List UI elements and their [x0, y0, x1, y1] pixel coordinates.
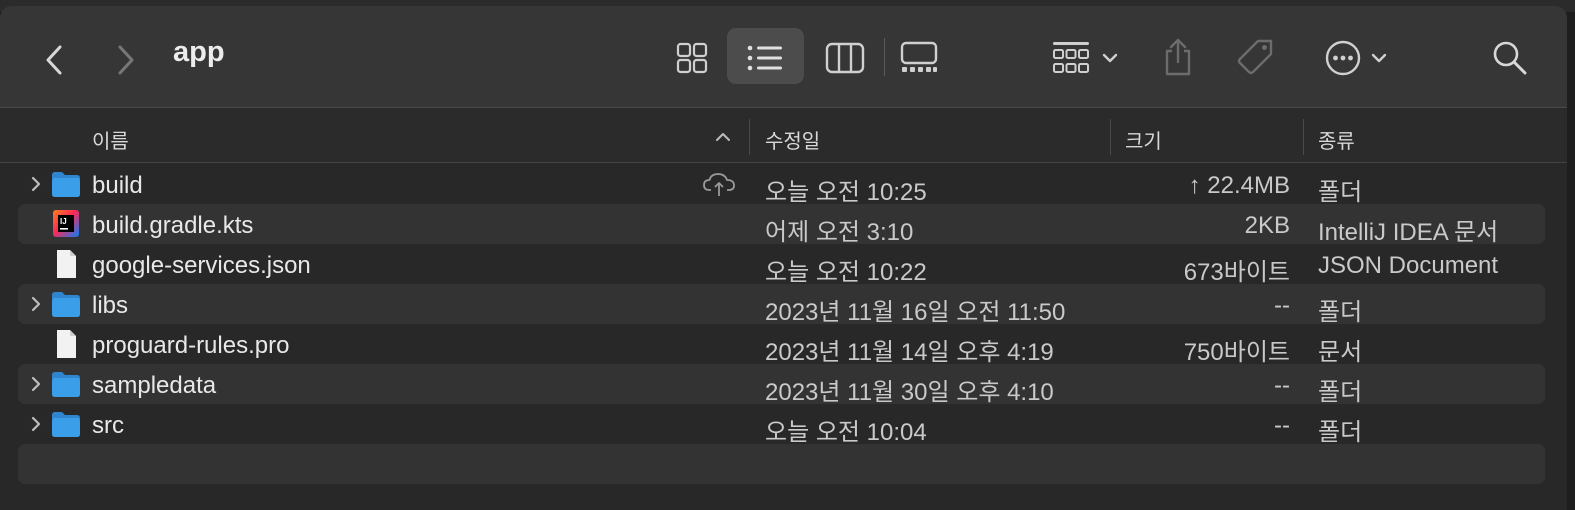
column-divider[interactable]: [749, 119, 750, 155]
file-row[interactable]: sampledata 2023년 11월 30일 오후 4:10 -- 폴더: [18, 364, 1545, 406]
chevron-left-icon: [46, 45, 62, 75]
list-icon: [747, 45, 782, 71]
window-title: app: [173, 36, 225, 68]
toolbar-divider: [884, 38, 885, 76]
file-modified: 오늘 오전 10:25: [765, 179, 927, 206]
search-icon: [1493, 41, 1527, 75]
grid-icon: [676, 42, 708, 74]
chevron-right-icon: [31, 176, 41, 192]
folder-icon: [50, 289, 82, 319]
column-header-bar: 이름 수정일 크기 종류: [0, 109, 1567, 163]
chevron-down-icon: [1371, 53, 1387, 63]
document-icon: [57, 330, 76, 358]
chevron-right-icon: [118, 45, 134, 75]
file-kind: 문서: [1318, 339, 1363, 366]
folder-icon: [52, 412, 80, 437]
file-row[interactable]: proguard-rules.pro 2023년 11월 14일 오후 4:19…: [18, 324, 1545, 366]
file-modified: 오늘 오전 10:22: [765, 259, 927, 286]
icon-view-button[interactable]: [672, 38, 712, 78]
back-button[interactable]: [38, 40, 70, 80]
file-name: build.gradle.kts: [92, 212, 254, 239]
file-row[interactable]: libs 2023년 11월 16일 오전 11:50 -- 폴더: [18, 284, 1545, 326]
gallery-view-button[interactable]: [898, 38, 940, 78]
file-modified: 2023년 11월 16일 오전 11:50: [765, 299, 1066, 326]
file-size: --: [1274, 372, 1290, 399]
folder-icon: [52, 292, 80, 317]
finder-window: app 이름 수정일 크기 종류 build 오늘 오전 10:25 ↑ 22.…: [0, 6, 1567, 510]
columns-icon: [825, 42, 865, 74]
document-icon: [50, 329, 82, 359]
tag-icon: [1237, 39, 1273, 75]
file-size: 750바이트: [1183, 339, 1290, 366]
disclosure-triangle[interactable]: [26, 174, 46, 194]
document-icon: [57, 250, 76, 278]
file-modified: 어제 오전 3:10: [765, 219, 914, 246]
file-name: proguard-rules.pro: [92, 332, 290, 359]
chevron-down-icon: [1102, 53, 1118, 63]
column-header-size[interactable]: 크기: [1125, 125, 1162, 154]
more-actions-button[interactable]: [1320, 36, 1392, 80]
file-modified: 2023년 11월 30일 오후 4:10: [765, 379, 1054, 406]
file-kind: 폴더: [1318, 379, 1363, 406]
ellipsis-circle-icon: [1325, 40, 1361, 76]
column-header-modified[interactable]: 수정일: [765, 125, 820, 154]
chevron-up-icon[interactable]: [714, 131, 732, 143]
file-kind: 폴더: [1318, 299, 1363, 326]
folder-icon: [50, 169, 82, 199]
share-icon: [1165, 38, 1191, 76]
file-row[interactable]: build 오늘 오전 10:25 ↑ 22.4MB 폴더: [18, 164, 1545, 206]
disclosure-triangle[interactable]: [26, 294, 46, 314]
folder-icon: [50, 409, 82, 439]
column-divider[interactable]: [1303, 119, 1304, 155]
disclosure-triangle[interactable]: [26, 414, 46, 434]
intellij-file-icon: IJ: [53, 210, 79, 237]
disclosure-triangle[interactable]: [26, 374, 46, 394]
column-header-name[interactable]: 이름: [92, 125, 129, 154]
column-view-button[interactable]: [824, 38, 866, 78]
document-icon: [50, 249, 82, 279]
forward-button[interactable]: [110, 40, 142, 80]
file-name: build: [92, 172, 143, 199]
file-modified: 2023년 11월 14일 오후 4:19: [765, 339, 1054, 366]
list-view-button[interactable]: [745, 38, 785, 78]
file-size: --: [1274, 412, 1290, 439]
file-modified: 오늘 오전 10:04: [765, 419, 927, 446]
tag-button[interactable]: [1234, 36, 1278, 80]
share-button[interactable]: [1158, 34, 1198, 80]
file-name: sampledata: [92, 372, 217, 399]
file-size: ↑ 22.4MB: [1188, 172, 1290, 199]
column-header-kind[interactable]: 종류: [1318, 125, 1355, 154]
file-kind: IntelliJ IDEA 문서: [1318, 219, 1499, 246]
file-row[interactable]: google-services.json 오늘 오전 10:22 673바이트 …: [18, 244, 1545, 286]
chevron-right-icon: [31, 416, 41, 432]
file-kind: 폴더: [1318, 179, 1363, 206]
group-grid-icon: [1053, 42, 1089, 73]
empty-row: [18, 444, 1545, 484]
search-button[interactable]: [1490, 38, 1530, 78]
folder-icon: [52, 372, 80, 397]
column-divider[interactable]: [1110, 119, 1111, 155]
toolbar: app: [0, 6, 1567, 108]
file-name: google-services.json: [92, 252, 311, 279]
file-row[interactable]: IJ build.gradle.kts 어제 오전 3:10 2KB Intel…: [18, 204, 1545, 246]
file-kind: JSON Document: [1318, 252, 1499, 279]
svg-text:IJ: IJ: [60, 217, 67, 226]
folder-icon: [52, 172, 80, 197]
chevron-right-icon: [31, 376, 41, 392]
file-kind: 폴더: [1318, 419, 1363, 446]
chevron-right-icon: [31, 296, 41, 312]
cloud-upload-icon: [702, 171, 736, 197]
group-button[interactable]: [1046, 38, 1124, 78]
file-name: src: [92, 412, 124, 439]
gallery-icon: [900, 41, 938, 72]
file-row[interactable]: src 오늘 오전 10:04 -- 폴더: [18, 404, 1545, 446]
file-size: --: [1274, 292, 1290, 319]
file-name: libs: [92, 292, 129, 319]
file-size: 2KB: [1244, 212, 1290, 239]
intellij-file-icon: IJ: [50, 209, 82, 239]
file-size: 673바이트: [1183, 259, 1290, 286]
folder-icon: [50, 369, 82, 399]
